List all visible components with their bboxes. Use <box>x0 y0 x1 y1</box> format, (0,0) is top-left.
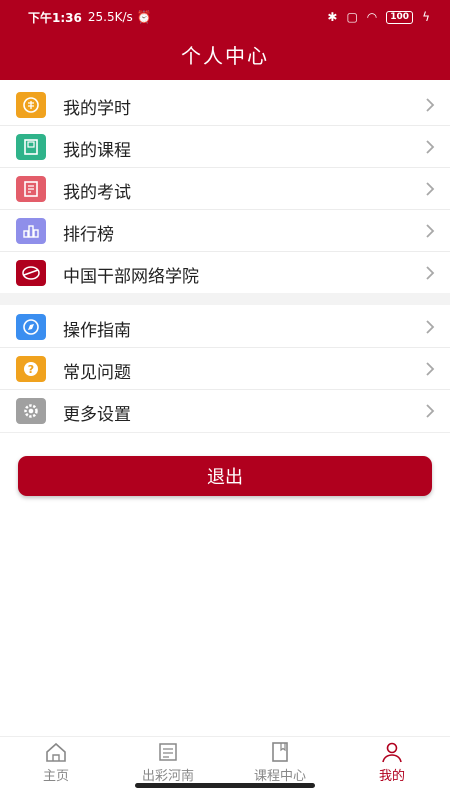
exam-icon <box>16 176 46 202</box>
profile-icon <box>382 742 402 763</box>
settings-icon <box>16 398 46 424</box>
alarm-icon: ⏰ <box>136 10 152 24</box>
menu-item-study-hours[interactable]: 我的学时 <box>0 84 450 126</box>
home-indicator <box>135 783 315 788</box>
bluetooth-icon: ✱ <box>327 10 338 24</box>
svg-text:?: ? <box>28 363 34 376</box>
page-title: 个人中心 <box>181 44 269 68</box>
section-divider <box>0 432 450 433</box>
chevron-right-icon <box>426 224 435 238</box>
chevron-right-icon <box>426 404 435 418</box>
chevron-right-icon <box>426 140 435 154</box>
faq-icon: ? <box>16 356 46 382</box>
tab-label: 出彩河南 <box>141 769 194 784</box>
compass-icon <box>16 314 46 340</box>
menu-item-academy[interactable]: 中国干部网络学院 <box>0 252 450 293</box>
status-time: 下午1:36 <box>28 10 82 25</box>
status-speed: 25.5K/s <box>87 10 133 24</box>
menu-item-label: 排行榜 <box>63 225 114 245</box>
courses-icon <box>16 134 46 160</box>
menu-item-courses[interactable]: 我的课程 <box>0 126 450 168</box>
tab-home[interactable]: 主页 <box>0 737 112 791</box>
tab-profile[interactable]: 我的 <box>336 737 448 791</box>
menu-item-settings[interactable]: 更多设置 <box>0 390 450 431</box>
menu-item-label: 操作指南 <box>63 321 131 341</box>
chevron-right-icon <box>426 362 435 376</box>
sim-icon: ▢ <box>346 10 358 24</box>
menu-item-exams[interactable]: 我的考试 <box>0 168 450 210</box>
tab-label: 我的 <box>378 769 405 784</box>
chevron-right-icon <box>426 182 435 196</box>
chevron-right-icon <box>426 266 435 280</box>
course-center-icon <box>272 742 288 762</box>
home-icon <box>46 742 66 762</box>
study-hours-icon <box>16 92 46 118</box>
menu-group-learning: 我的学时 我的课程 我的考试 排行榜 中国干部网络学院 <box>0 84 450 293</box>
menu-item-label: 常见问题 <box>63 363 131 383</box>
chevron-right-icon <box>426 98 435 112</box>
status-bar: 下午1:36 25.5K/s ⏰ ✱ ▢ ◠ 100 ϟ <box>28 7 430 27</box>
logout-button[interactable]: 退出 <box>18 456 432 496</box>
menu-item-guide[interactable]: 操作指南 <box>0 306 450 348</box>
section-divider <box>0 293 450 305</box>
menu-item-label: 中国干部网络学院 <box>63 267 199 287</box>
henan-icon <box>159 743 177 761</box>
menu-item-ranking[interactable]: 排行榜 <box>0 210 450 252</box>
menu-item-label: 我的课程 <box>63 141 131 161</box>
menu-item-label: 更多设置 <box>63 405 131 425</box>
wifi-icon: ◠ <box>366 10 378 24</box>
academy-logo-icon <box>16 260 46 286</box>
charging-icon: ϟ <box>422 10 430 24</box>
menu-item-faq[interactable]: ? 常见问题 <box>0 348 450 390</box>
menu-item-label: 我的学时 <box>63 99 131 119</box>
menu-item-label: 我的考试 <box>63 183 131 203</box>
battery-icon: 100 <box>386 10 414 24</box>
ranking-icon <box>16 218 46 244</box>
menu-group-help: 操作指南 ? 常见问题 更多设置 <box>0 306 450 431</box>
tab-label: 主页 <box>42 769 69 784</box>
app-header: 下午1:36 25.5K/s ⏰ ✱ ▢ ◠ 100 ϟ 个人中心 <box>0 0 450 80</box>
chevron-right-icon <box>426 320 435 334</box>
tab-label: 课程中心 <box>253 769 306 784</box>
